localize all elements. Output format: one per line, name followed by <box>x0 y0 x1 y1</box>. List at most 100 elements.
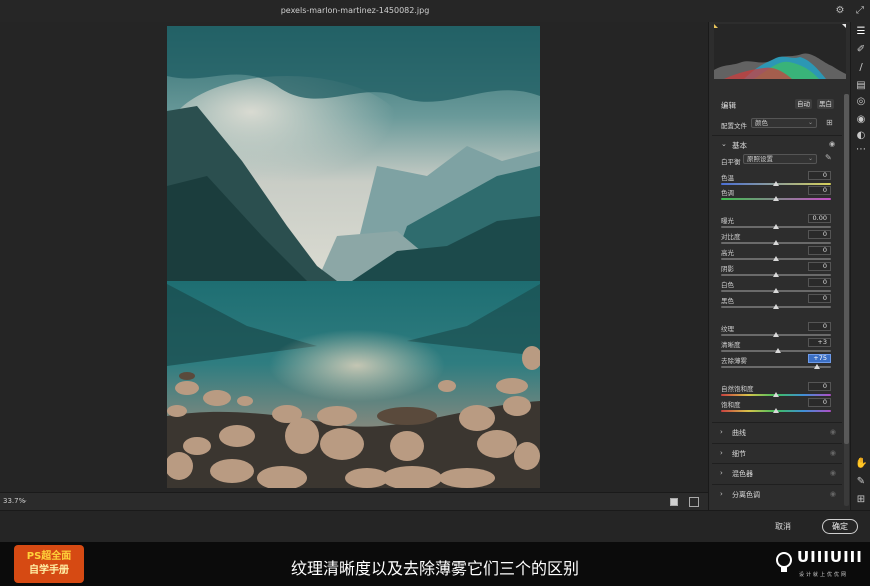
section-row[interactable]: › 混色器 ◉ <box>712 463 842 482</box>
slider-label: 自然饱和度 <box>721 385 754 393</box>
eyedropper-icon[interactable]: ✎ <box>825 153 832 162</box>
eye-icon[interactable]: ◉ <box>830 428 836 436</box>
gradient-icon[interactable]: ▤ <box>855 80 867 92</box>
video-subtitle-bar: PS超全面 自学手册 纹理清晰度以及去除薄雾它们三个的区别 UIIIUIII 设… <box>0 542 870 586</box>
redeye-icon[interactable]: ◉ <box>855 114 867 126</box>
histogram <box>714 24 846 79</box>
presets-grid-icon[interactable]: ⊞ <box>826 118 833 127</box>
healing-brush-icon[interactable]: ✐ <box>855 44 867 56</box>
wb-label: 白平衡 <box>721 158 741 166</box>
scrollbar-thumb[interactable] <box>844 94 849 444</box>
brush-icon[interactable]: / <box>855 62 867 74</box>
slider-label: 白色 <box>721 281 734 289</box>
section-label: 混色器 <box>732 470 753 478</box>
more-icon[interactable]: ⋯ <box>855 144 867 156</box>
section-row[interactable]: › 细节 ◉ <box>712 443 842 462</box>
chevron-right-icon: › <box>720 449 723 457</box>
subtitle-caption: 纹理清晰度以及去除薄雾它们三个的区别 <box>290 559 579 578</box>
slider-thumb[interactable] <box>773 272 779 277</box>
slider-value-input[interactable]: 0 <box>808 186 831 195</box>
section-label: 细节 <box>732 450 746 458</box>
ok-button[interactable]: 确定 <box>822 519 858 534</box>
panel-scrollbar[interactable] <box>844 94 849 506</box>
zoom-dropdown-icon[interactable]: ⌄ <box>22 496 28 504</box>
cancel-button[interactable]: 取消 <box>775 521 791 532</box>
slider-thumb[interactable] <box>773 408 779 413</box>
slider-value-input[interactable]: 0 <box>808 294 831 303</box>
slider-value-input[interactable]: 0 <box>808 398 831 407</box>
eye-icon[interactable]: ◉ <box>829 140 835 148</box>
chevron-down-icon: ⌄ <box>807 155 813 162</box>
radial-icon[interactable]: ◎ <box>855 96 867 108</box>
chevron-right-icon: › <box>720 490 723 498</box>
window-title: pexels-marlon-martinez-1450082.jpg <box>280 6 430 15</box>
image-canvas[interactable] <box>0 22 708 492</box>
grid-icon[interactable]: ⊞ <box>855 494 867 506</box>
bw-button[interactable]: 黑白 <box>817 99 834 109</box>
slider-value-input[interactable]: +75 <box>808 354 831 363</box>
sliders-icon[interactable]: ☰ <box>855 26 867 38</box>
slider-value-input[interactable]: +3 <box>808 338 831 347</box>
eye-icon[interactable]: ◉ <box>830 469 836 477</box>
slider-value-input[interactable]: 0 <box>808 278 831 287</box>
section-row[interactable]: › 曲线 ◉ <box>712 422 842 441</box>
color-sampler-icon[interactable]: ✎ <box>855 476 867 488</box>
slider-thumb[interactable] <box>773 392 779 397</box>
slider-value-input[interactable]: 0 <box>808 230 831 239</box>
profile-dropdown[interactable]: 颜色 ⌄ <box>751 118 817 128</box>
title-bar: pexels-marlon-martinez-1450082.jpg ⚙ ⤢ <box>0 0 870 22</box>
slider-label: 清晰度 <box>721 341 741 349</box>
dialog-footer: 取消 确定 <box>0 510 870 542</box>
single-view-icon[interactable] <box>670 498 678 506</box>
lightbulb-logo-icon <box>776 552 792 572</box>
before-after-icon[interactable] <box>689 497 699 507</box>
slider-thumb[interactable] <box>814 364 821 369</box>
profile-label: 配置文件 <box>721 122 747 130</box>
eye-icon[interactable]: ◉ <box>830 449 836 457</box>
wb-value: 原照设置 <box>747 155 773 163</box>
slider-value-input[interactable]: 0 <box>808 246 831 255</box>
section-label: 曲线 <box>732 429 746 437</box>
slider-thumb[interactable] <box>773 256 779 261</box>
presets-icon[interactable]: ◐ <box>855 130 867 142</box>
slider-thumb[interactable] <box>773 240 779 245</box>
canvas-status-bar: 33.7% ⌄ <box>0 492 708 510</box>
slider-label: 饱和度 <box>721 401 741 409</box>
chevron-right-icon: › <box>720 469 723 477</box>
section-label: 分离色调 <box>732 491 760 499</box>
slider-value-input[interactable]: 0 <box>808 262 831 271</box>
slider-thumb[interactable] <box>773 181 779 186</box>
profile-value: 颜色 <box>755 119 768 127</box>
section-row[interactable]: › 分离色调 ◉ <box>712 484 842 503</box>
hand-icon[interactable]: ✋ <box>855 458 867 470</box>
slider-thumb[interactable] <box>773 332 779 337</box>
eye-icon[interactable]: ◉ <box>830 490 836 498</box>
slider-label: 黑色 <box>721 297 734 305</box>
edit-title: 编辑 <box>721 101 736 110</box>
slider-thumb[interactable] <box>773 224 779 229</box>
settings-icon[interactable]: ⚙ <box>834 5 846 17</box>
slider-value-input[interactable]: 0 <box>808 171 831 180</box>
auto-button[interactable]: 自动 <box>795 99 812 109</box>
slider-value-input[interactable]: 0.00 <box>808 214 831 223</box>
chevron-down-icon: ⌄ <box>807 119 813 126</box>
wb-dropdown[interactable]: 原照设置 ⌄ <box>743 154 817 164</box>
chevron-right-icon: › <box>720 428 723 436</box>
basic-section-title[interactable]: 基本 <box>732 140 747 151</box>
slider-thumb[interactable] <box>773 288 779 293</box>
slider-label: 去除薄雾 <box>721 357 747 365</box>
slider-value-input[interactable]: 0 <box>808 322 831 331</box>
photo-preview <box>167 26 540 488</box>
slider-label: 色调 <box>721 189 734 197</box>
slider-value-input[interactable]: 0 <box>808 382 831 391</box>
slider-label: 曝光 <box>721 217 734 225</box>
slider-thumb[interactable] <box>774 348 781 353</box>
chevron-down-icon[interactable]: ⌄ <box>721 140 727 148</box>
slider-thumb[interactable] <box>773 196 779 201</box>
logo-text: UIIIUIII <box>797 548 863 566</box>
slider-label: 高光 <box>721 249 734 257</box>
slider-thumb[interactable] <box>773 304 779 309</box>
slider-label: 阴影 <box>721 265 734 273</box>
fullscreen-icon[interactable]: ⤢ <box>854 5 866 17</box>
slider-label: 色温 <box>721 174 734 182</box>
